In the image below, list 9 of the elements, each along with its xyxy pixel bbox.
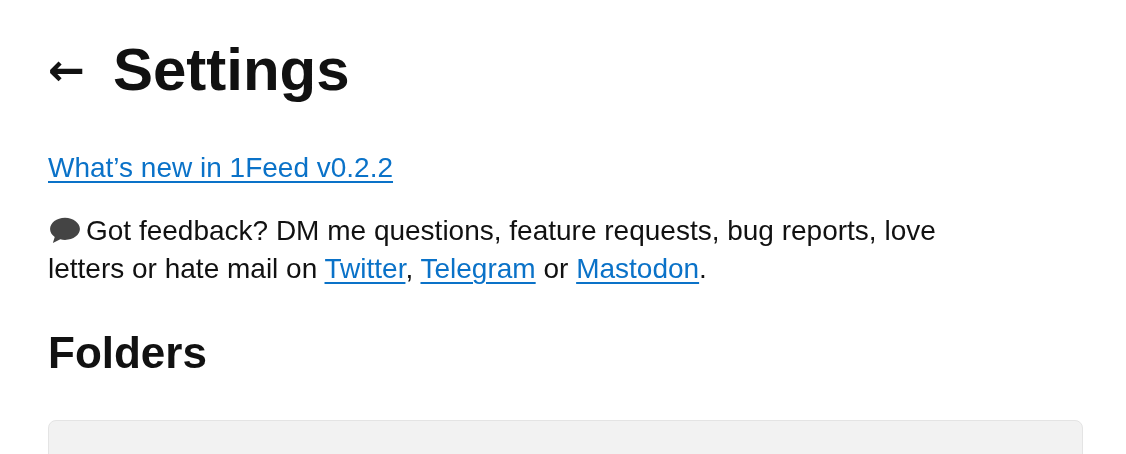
section-heading: Folders xyxy=(48,328,208,378)
whats-new-link[interactable]: What’s new in 1Feed v0.2.2 xyxy=(48,152,393,184)
page-title: Settings xyxy=(112,35,350,105)
social-link[interactable]: Mastodon xyxy=(576,253,700,284)
speech-bubble-icon xyxy=(48,216,82,244)
social-link[interactable]: Twitter xyxy=(324,253,406,284)
feedback-text: Got feedback? DM me questions, feature requests, bug reports, love letters or hate mail on Twitter, Telegram or Mastodon. xyxy=(48,214,937,286)
back-button[interactable]: ← xyxy=(48,48,85,92)
social-link[interactable]: Telegram xyxy=(420,253,536,284)
